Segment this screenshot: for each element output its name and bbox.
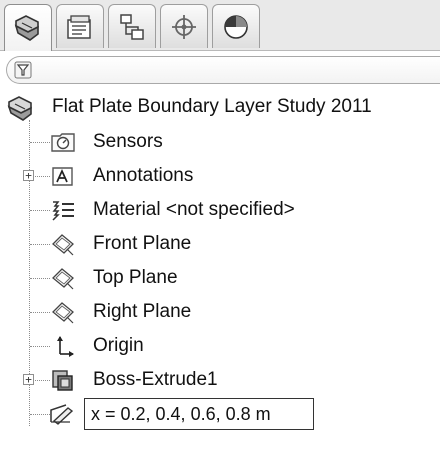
tree-branch-line: [30, 312, 50, 313]
feature-filter[interactable]: [6, 56, 440, 84]
tree-branch-line: [30, 278, 50, 279]
tree-branch-line: [30, 210, 50, 211]
tree-branch-line: [30, 244, 50, 245]
feature-tree: Flat Plate Boundary Layer Study 2011 Sen…: [0, 90, 440, 458]
display-manager-icon: [224, 14, 248, 39]
expand-toggle[interactable]: +: [23, 170, 34, 181]
tab-display-manager[interactable]: [212, 4, 260, 48]
feature-manager-icon: [14, 15, 39, 41]
dimxpert-manager-icon: [172, 14, 196, 39]
tree-branch-line: [30, 142, 50, 143]
tree-item-front-plane[interactable]: Front Plane: [0, 227, 440, 261]
tree-item-boss-extrude1[interactable]: + Boss-Extrude1: [0, 363, 440, 397]
part-icon: [7, 96, 32, 121]
tree-item-material[interactable]: Material <not specified>: [0, 193, 440, 227]
tree-branch-line: [30, 346, 50, 347]
tree-item-label: Boss-Extrude1: [93, 369, 218, 390]
tree-item-label: Material <not specified>: [93, 199, 295, 220]
root-part-label: Flat Plate Boundary Layer Study 2011: [52, 96, 372, 117]
plane-icon: [52, 234, 74, 256]
boss-extrude-icon: [52, 370, 73, 391]
tab-configuration-manager[interactable]: [108, 4, 156, 48]
rename-input[interactable]: x = 0.2, 0.4, 0.6, 0.8 m: [84, 398, 314, 430]
filter-icon[interactable]: [14, 61, 32, 79]
plane-icon: [52, 268, 74, 290]
sketch-icon: [50, 404, 74, 425]
tree-item-label: Sensors: [93, 131, 163, 152]
tree-root-part[interactable]: Flat Plate Boundary Layer Study 2011: [0, 90, 440, 124]
tree-item-sensors[interactable]: Sensors: [0, 125, 440, 159]
manager-tab-strip: [0, 0, 440, 51]
annotations-icon: [52, 167, 73, 186]
origin-icon: [57, 336, 74, 357]
tab-dimxpert-manager[interactable]: [160, 4, 208, 48]
tree-item-right-plane[interactable]: Right Plane: [0, 295, 440, 329]
material-icon: [52, 201, 74, 221]
configuration-manager-icon: [120, 13, 144, 40]
plane-icon: [52, 302, 74, 324]
tree-item-label: Right Plane: [93, 301, 192, 322]
tree-item-label: Annotations: [93, 165, 194, 186]
tree-item-sketch[interactable]: x = 0.2, 0.4, 0.6, 0.8 m: [0, 397, 440, 431]
tree-item-origin[interactable]: Origin: [0, 329, 440, 363]
sensors-folder-icon: [51, 133, 75, 152]
tree-item-label: Top Plane: [93, 267, 178, 288]
expand-toggle[interactable]: +: [23, 374, 34, 385]
tab-feature-manager[interactable]: [4, 4, 52, 51]
tab-property-manager[interactable]: [56, 4, 104, 48]
tree-item-annotations[interactable]: + Annotations: [0, 159, 440, 193]
tree-item-top-plane[interactable]: Top Plane: [0, 261, 440, 295]
tree-item-label: Front Plane: [93, 233, 192, 254]
tree-item-label: Origin: [93, 335, 144, 356]
property-manager-icon: [67, 14, 91, 39]
tree-branch-line: [30, 414, 50, 415]
